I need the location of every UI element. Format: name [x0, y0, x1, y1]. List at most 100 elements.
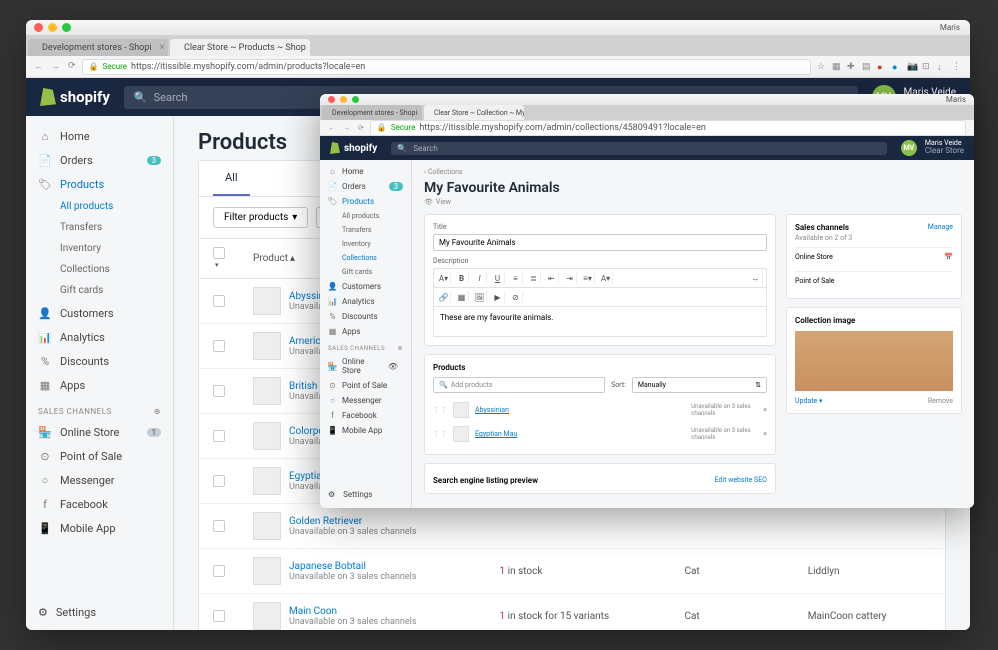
sidebar-item-apps[interactable]: ▦Apps: [320, 324, 411, 339]
select-all-checkbox[interactable]: [213, 247, 225, 259]
channel-facebook[interactable]: fFacebook: [320, 408, 411, 423]
product-name-link[interactable]: Japanese Bobtail: [289, 561, 416, 572]
edit-seo-link[interactable]: Edit website SEO: [715, 476, 768, 485]
view-link[interactable]: 👁View: [424, 198, 962, 206]
menu-icon[interactable]: ⋮: [952, 62, 962, 72]
forward-icon[interactable]: →: [51, 61, 60, 72]
desc-editor[interactable]: These are my favourite animals.: [433, 307, 767, 337]
title-input[interactable]: [433, 234, 767, 251]
format-dropdown[interactable]: A▾: [437, 272, 451, 284]
sidebar-item-discounts[interactable]: %Discounts: [26, 349, 173, 373]
star-icon[interactable]: ☆: [817, 62, 827, 72]
reload-icon[interactable]: ⟳: [358, 124, 364, 132]
clear-icon[interactable]: ⊘: [509, 291, 523, 303]
sidebar-item-customers[interactable]: 👤Customers: [320, 279, 411, 294]
remove-image-link[interactable]: Remove: [928, 397, 953, 405]
ext-icon[interactable]: ●: [892, 62, 902, 72]
channel-online-store[interactable]: 🏪Online Store👁: [320, 354, 411, 378]
bold-icon[interactable]: B: [455, 272, 469, 284]
remove-product-icon[interactable]: ×: [763, 430, 767, 438]
sidebar-sub-transfers[interactable]: Transfers: [320, 223, 411, 237]
sidebar-sub-inventory[interactable]: Inventory: [26, 238, 173, 259]
reload-icon[interactable]: ⟳: [68, 61, 76, 72]
url-field[interactable]: 🔒 Secure https://itissible.myshopify.com…: [82, 59, 811, 75]
close-tab-icon[interactable]: ×: [160, 42, 165, 53]
sidebar-item-products[interactable]: 🏷Products: [26, 172, 173, 196]
video-icon[interactable]: ▶: [491, 291, 505, 303]
align-icon[interactable]: ≡▾: [581, 272, 595, 284]
product-name-link[interactable]: Abyssinian: [475, 406, 509, 414]
shopify-logo[interactable]: shopify: [330, 142, 377, 154]
sidebar-sub-collections[interactable]: Collections: [320, 251, 411, 265]
ext-icon[interactable]: 📷: [907, 62, 917, 72]
row-checkbox[interactable]: [213, 475, 225, 487]
ext-icon[interactable]: ▦: [832, 62, 842, 72]
chevron-down-icon[interactable]: ▾: [215, 261, 219, 269]
back-icon[interactable]: ←: [34, 61, 43, 72]
drag-handle-icon[interactable]: ⋮⋮: [433, 430, 447, 438]
html-icon[interactable]: ↔: [749, 272, 763, 284]
manage-link[interactable]: Manage: [928, 223, 953, 232]
sidebar-sub-gift-cards[interactable]: Gift cards: [26, 280, 173, 301]
forward-icon[interactable]: →: [343, 124, 350, 132]
sidebar-sub-collections[interactable]: Collections: [26, 259, 173, 280]
shopify-logo[interactable]: shopify: [40, 88, 110, 106]
sidebar-item-apps[interactable]: ▦Apps: [26, 373, 173, 397]
ext-icon[interactable]: ⊡: [922, 62, 932, 72]
indent-icon[interactable]: ⇥: [563, 272, 577, 284]
ext-icon[interactable]: ▤: [862, 62, 872, 72]
row-checkbox[interactable]: [213, 295, 225, 307]
browser-tab[interactable]: Clear Store ~ Products ~ Shop×: [170, 39, 310, 56]
browser-tab[interactable]: Clear Store ~ Collection ~ My×: [424, 105, 524, 120]
add-products-input[interactable]: 🔍Add products: [433, 377, 605, 393]
product-name-link[interactable]: Golden Retriever: [289, 516, 416, 527]
sidebar-item-orders[interactable]: 📄Orders3: [320, 179, 411, 194]
sidebar-item-products[interactable]: 🏷Products: [320, 194, 411, 209]
filter-button[interactable]: Filter products ▾: [213, 207, 308, 228]
breadcrumb[interactable]: ‹ Collections: [424, 168, 962, 176]
update-image-link[interactable]: Update ▾: [795, 397, 822, 405]
color-icon[interactable]: A▾: [599, 272, 613, 284]
table-icon[interactable]: ▦: [455, 291, 469, 303]
sidebar-sub-all-products[interactable]: All products: [26, 196, 173, 217]
channel-point-of-sale[interactable]: ⊙Point of Sale: [320, 378, 411, 393]
product-name-link[interactable]: Main Coon: [289, 606, 416, 617]
ext-icon[interactable]: ↓: [937, 62, 947, 72]
row-checkbox[interactable]: [213, 610, 225, 622]
channel-point-of-sale[interactable]: ⊙Point of Sale: [26, 444, 173, 468]
add-channel-icon[interactable]: ⊕: [397, 345, 403, 352]
row-checkbox[interactable]: [213, 520, 225, 532]
eye-icon[interactable]: 👁: [383, 362, 403, 371]
minimize-icon[interactable]: [340, 96, 347, 103]
settings-link[interactable]: ⚙ Settings: [320, 487, 380, 502]
outdent-icon[interactable]: ⇤: [545, 272, 559, 284]
sidebar-item-customers[interactable]: 👤Customers: [26, 301, 173, 325]
sidebar-item-analytics[interactable]: 📊Analytics: [26, 325, 173, 349]
link-icon[interactable]: 🔗: [437, 291, 451, 303]
sidebar-item-home[interactable]: ⌂Home: [320, 164, 411, 179]
settings-link[interactable]: ⚙ Settings: [26, 601, 108, 624]
drag-handle-icon[interactable]: ⋮⋮: [433, 406, 447, 414]
ext-icon[interactable]: ●: [877, 62, 887, 72]
channel-mobile-app[interactable]: 📱Mobile App: [26, 516, 173, 540]
row-checkbox[interactable]: [213, 565, 225, 577]
channel-facebook[interactable]: fFacebook: [26, 492, 173, 516]
url-field[interactable]: 🔒 Secure https://itissible.myshopify.com…: [370, 120, 966, 136]
back-icon[interactable]: ←: [328, 124, 335, 132]
maximize-icon[interactable]: [352, 96, 359, 103]
sidebar-item-home[interactable]: ⌂Home: [26, 124, 173, 148]
sidebar-sub-transfers[interactable]: Transfers: [26, 217, 173, 238]
sort-select[interactable]: Manually⇅: [632, 377, 767, 393]
sidebar-item-discounts[interactable]: %Discounts: [320, 309, 411, 324]
image-icon[interactable]: 🖼: [473, 291, 487, 303]
browser-tab[interactable]: Development stores - Shopi×: [28, 39, 168, 56]
browser-tab[interactable]: Development stores - Shopi×: [322, 105, 422, 120]
sidebar-sub-all-products[interactable]: All products: [320, 209, 411, 223]
bullet-list-icon[interactable]: ≡: [509, 272, 523, 284]
add-channel-icon[interactable]: ⊕: [154, 407, 161, 416]
channel-messenger[interactable]: ○Messenger: [26, 468, 173, 492]
sidebar-sub-inventory[interactable]: Inventory: [320, 237, 411, 251]
channel-messenger[interactable]: ○Messenger: [320, 393, 411, 408]
user-menu[interactable]: MV Maris Veide Clear Store: [901, 140, 964, 156]
row-checkbox[interactable]: [213, 385, 225, 397]
